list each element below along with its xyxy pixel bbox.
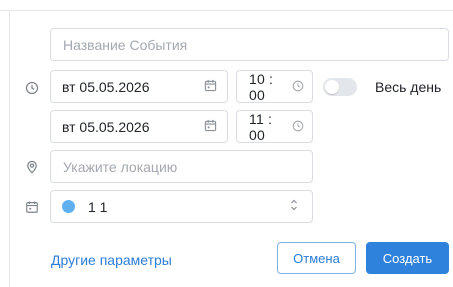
calendar-list-icon	[24, 199, 40, 215]
location-pin-icon	[24, 159, 40, 175]
end-time-value: 11 : 00	[249, 110, 273, 143]
clock-icon	[292, 119, 304, 135]
panel-top-border	[0, 10, 453, 11]
end-date-value: вт 05.05.2026	[62, 118, 150, 135]
all-day-label: Весь день	[375, 79, 442, 95]
cancel-button[interactable]: Отмена	[277, 242, 356, 274]
calendar-icon	[204, 119, 217, 135]
calendar-color-dot	[62, 200, 75, 213]
event-title-input[interactable]: Название События	[50, 28, 449, 61]
end-date-picker[interactable]: вт 05.05.2026	[50, 110, 228, 143]
start-date-value: вт 05.05.2026	[62, 78, 150, 95]
start-date-picker[interactable]: вт 05.05.2026	[50, 70, 228, 103]
chevron-updown-icon	[289, 198, 299, 215]
more-params-link[interactable]: Другие параметры	[51, 252, 172, 268]
event-title-placeholder: Название События	[63, 36, 188, 53]
toggle-knob	[325, 80, 339, 94]
start-time-picker[interactable]: 10 : 00	[236, 70, 313, 103]
panel-left-border	[9, 10, 10, 287]
clock-icon	[292, 79, 304, 95]
start-time-value: 10 : 00	[249, 70, 274, 103]
calendar-select[interactable]: 1 1	[50, 190, 313, 223]
end-time-picker[interactable]: 11 : 00	[236, 110, 313, 143]
calendar-name: 1 1	[88, 198, 108, 215]
create-button[interactable]: Создать	[366, 242, 449, 274]
location-placeholder: Укажите локацию	[63, 158, 178, 175]
calendar-icon	[204, 79, 217, 95]
all-day-toggle[interactable]	[323, 78, 357, 96]
clock-icon	[24, 80, 40, 96]
location-input[interactable]: Укажите локацию	[50, 150, 313, 183]
